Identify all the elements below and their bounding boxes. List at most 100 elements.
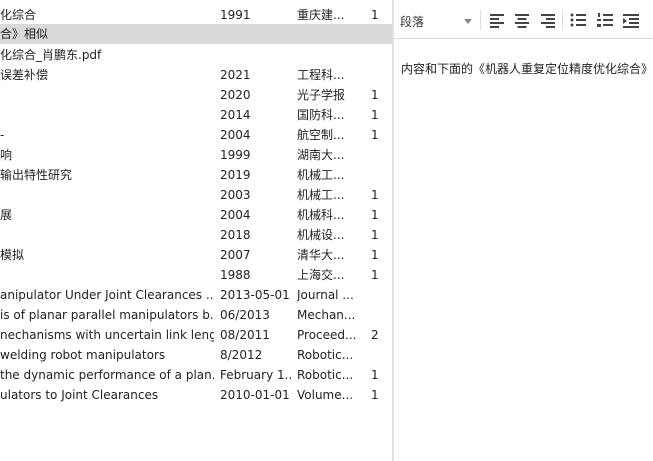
cell-date: 2021 bbox=[220, 68, 251, 82]
cell-date: 8/2012 bbox=[220, 348, 263, 362]
paragraph-style-select[interactable]: 段落 bbox=[400, 12, 472, 30]
cell-source: 工程科... bbox=[297, 68, 345, 82]
table-row[interactable]: nechanisms with uncertain link leng... 08… bbox=[0, 325, 392, 345]
bullet-list-button[interactable] bbox=[569, 12, 587, 28]
align-left-icon bbox=[490, 14, 504, 28]
cell-date: 2014 bbox=[220, 108, 251, 122]
table-row[interactable]: 1988 上海交... 1 bbox=[0, 265, 392, 285]
cell-count: 1 bbox=[371, 228, 379, 242]
cell-count: 1 bbox=[371, 268, 379, 282]
cell-date: 06/2013 bbox=[220, 308, 270, 322]
cell-count: 1 bbox=[371, 208, 379, 222]
table-row[interactable]: welding robot manipulators 8/2012 Robotic.… bbox=[0, 345, 392, 365]
toolbar-divider bbox=[480, 10, 481, 30]
cell-title: ulators to Joint Clearances bbox=[0, 388, 159, 402]
cell-title: 响 bbox=[0, 148, 13, 162]
align-center-icon bbox=[515, 14, 529, 28]
table-row[interactable]: 输出特性研究 2019 机械工... bbox=[0, 165, 392, 185]
bullet-list-icon bbox=[570, 13, 586, 27]
cell-title: 合》相似 bbox=[0, 27, 49, 41]
reference-list-pane: 化综合 1991 重庆建... 1 合》相似化综合_肖鹏东.pdf 误差补偿 2021 工程科… bbox=[0, 0, 392, 461]
cell-count: 1 bbox=[371, 88, 379, 102]
cell-source: Robotic... bbox=[297, 348, 354, 362]
table-row[interactable]: anipulator Under Joint Clearances ... 201… bbox=[0, 285, 392, 305]
cell-count: 1 bbox=[371, 108, 379, 122]
cell-title: welding robot manipulators bbox=[0, 348, 166, 362]
cell-title: 化综合_肖鹏东.pdf bbox=[0, 48, 102, 62]
numbered-list-button[interactable] bbox=[596, 12, 614, 28]
cell-title: 模拟 bbox=[0, 248, 25, 262]
note-editor-content[interactable]: 内容和下面的《机器人重复定位精度优化综合》 bbox=[401, 60, 653, 77]
align-right-button[interactable] bbox=[539, 12, 557, 28]
cell-count: 1 bbox=[371, 388, 379, 402]
table-row[interactable]: 化综合 1991 重庆建... 1 bbox=[0, 5, 392, 25]
numbered-list-icon bbox=[597, 13, 613, 27]
indent-icon bbox=[623, 14, 639, 28]
cell-date: 2010-01-01 bbox=[220, 388, 290, 402]
cell-date: 1991 bbox=[220, 8, 251, 22]
cell-title: 化综合 bbox=[0, 8, 37, 22]
cell-count: 1 bbox=[371, 188, 379, 202]
cell-source: Volume... bbox=[297, 388, 354, 402]
cell-source: 清华大... bbox=[297, 248, 345, 262]
paragraph-style-value: 段落 bbox=[400, 15, 425, 29]
cell-date: 2004 bbox=[220, 208, 251, 222]
cell-date: 2019 bbox=[220, 168, 251, 182]
cell-date: 08/2011 bbox=[220, 328, 270, 342]
cell-source: 国防科... bbox=[297, 108, 345, 122]
table-row[interactable]: ulators to Joint Clearances 2010-01-01 Vol… bbox=[0, 385, 392, 405]
cell-source: 重庆建... bbox=[297, 8, 345, 22]
cell-date: February 1... bbox=[220, 368, 292, 382]
table-row[interactable]: 响 1999 湖南大... bbox=[0, 145, 392, 165]
cell-count: 1 bbox=[371, 128, 379, 142]
cell-source: 光子学报 bbox=[297, 88, 346, 102]
table-row[interactable]: 展 2004 机械科... 1 bbox=[0, 205, 392, 225]
toolbar-divider bbox=[562, 10, 563, 30]
cell-date: 2004 bbox=[220, 128, 251, 142]
cell-date: 1988 bbox=[220, 268, 251, 282]
table-row[interactable]: 2020 光子学报 1 bbox=[0, 85, 392, 105]
table-row[interactable]: 2014 国防科... 1 bbox=[0, 105, 392, 125]
indent-button[interactable] bbox=[622, 12, 640, 28]
align-right-icon bbox=[541, 14, 555, 28]
cell-source: 上海交... bbox=[297, 268, 345, 282]
cell-source: Proceed... bbox=[297, 328, 357, 342]
align-center-button[interactable] bbox=[513, 12, 531, 28]
table-row[interactable]: the dynamic performance of a plan... Febr… bbox=[0, 365, 392, 385]
align-left-button[interactable] bbox=[488, 12, 506, 28]
cell-title: 输出特性研究 bbox=[0, 168, 73, 182]
table-row[interactable]: 误差补偿 2021 工程科... bbox=[0, 65, 392, 85]
cell-title: 误差补偿 bbox=[0, 68, 49, 82]
table-row[interactable]: is of planar parallel manipulators b... 0… bbox=[0, 305, 392, 325]
cell-source: Robotic... bbox=[297, 368, 354, 382]
cell-source: Mechan... bbox=[297, 308, 356, 322]
cell-title: the dynamic performance of a plan... bbox=[0, 368, 214, 382]
cell-date: 2003 bbox=[220, 188, 251, 202]
cell-count: 1 bbox=[371, 248, 379, 262]
cell-date: 1999 bbox=[220, 148, 251, 162]
cell-date: 2007 bbox=[220, 248, 251, 262]
table-row[interactable]: 2003 机械工... 1 bbox=[0, 185, 392, 205]
table-row[interactable]: 合》相似 bbox=[0, 24, 392, 44]
table-row[interactable]: 2018 机械设... 1 bbox=[0, 225, 392, 245]
cell-source: 航空制... bbox=[297, 128, 345, 142]
table-row[interactable]: 化综合_肖鹏东.pdf bbox=[0, 45, 392, 65]
cell-source: 机械工... bbox=[297, 188, 345, 202]
cell-source: 湖南大... bbox=[297, 148, 345, 162]
cell-title: anipulator Under Joint Clearances ... bbox=[0, 288, 214, 302]
table-row[interactable]: - 2004 航空制... 1 bbox=[0, 125, 392, 145]
table-row[interactable]: 模拟 2007 清华大... 1 bbox=[0, 245, 392, 265]
cell-source: 机械工... bbox=[297, 168, 345, 182]
cell-source: 机械科... bbox=[297, 208, 345, 222]
cell-title: nechanisms with uncertain link leng... bbox=[0, 328, 214, 342]
cell-source: Journal ... bbox=[297, 288, 354, 302]
cell-title: is of planar parallel manipulators b... bbox=[0, 308, 214, 322]
note-editor-pane: 段落 内容和下面的《机器人重复定位精度优化综合》 bbox=[394, 0, 653, 461]
chevron-down-icon bbox=[464, 19, 472, 24]
cell-source: 机械设... bbox=[297, 228, 345, 242]
cell-count: 1 bbox=[371, 368, 379, 382]
editor-toolbar: 段落 bbox=[394, 0, 653, 39]
cell-date: 2020 bbox=[220, 88, 251, 102]
cell-date: 2018 bbox=[220, 228, 251, 242]
cell-count: 2 bbox=[371, 328, 379, 342]
